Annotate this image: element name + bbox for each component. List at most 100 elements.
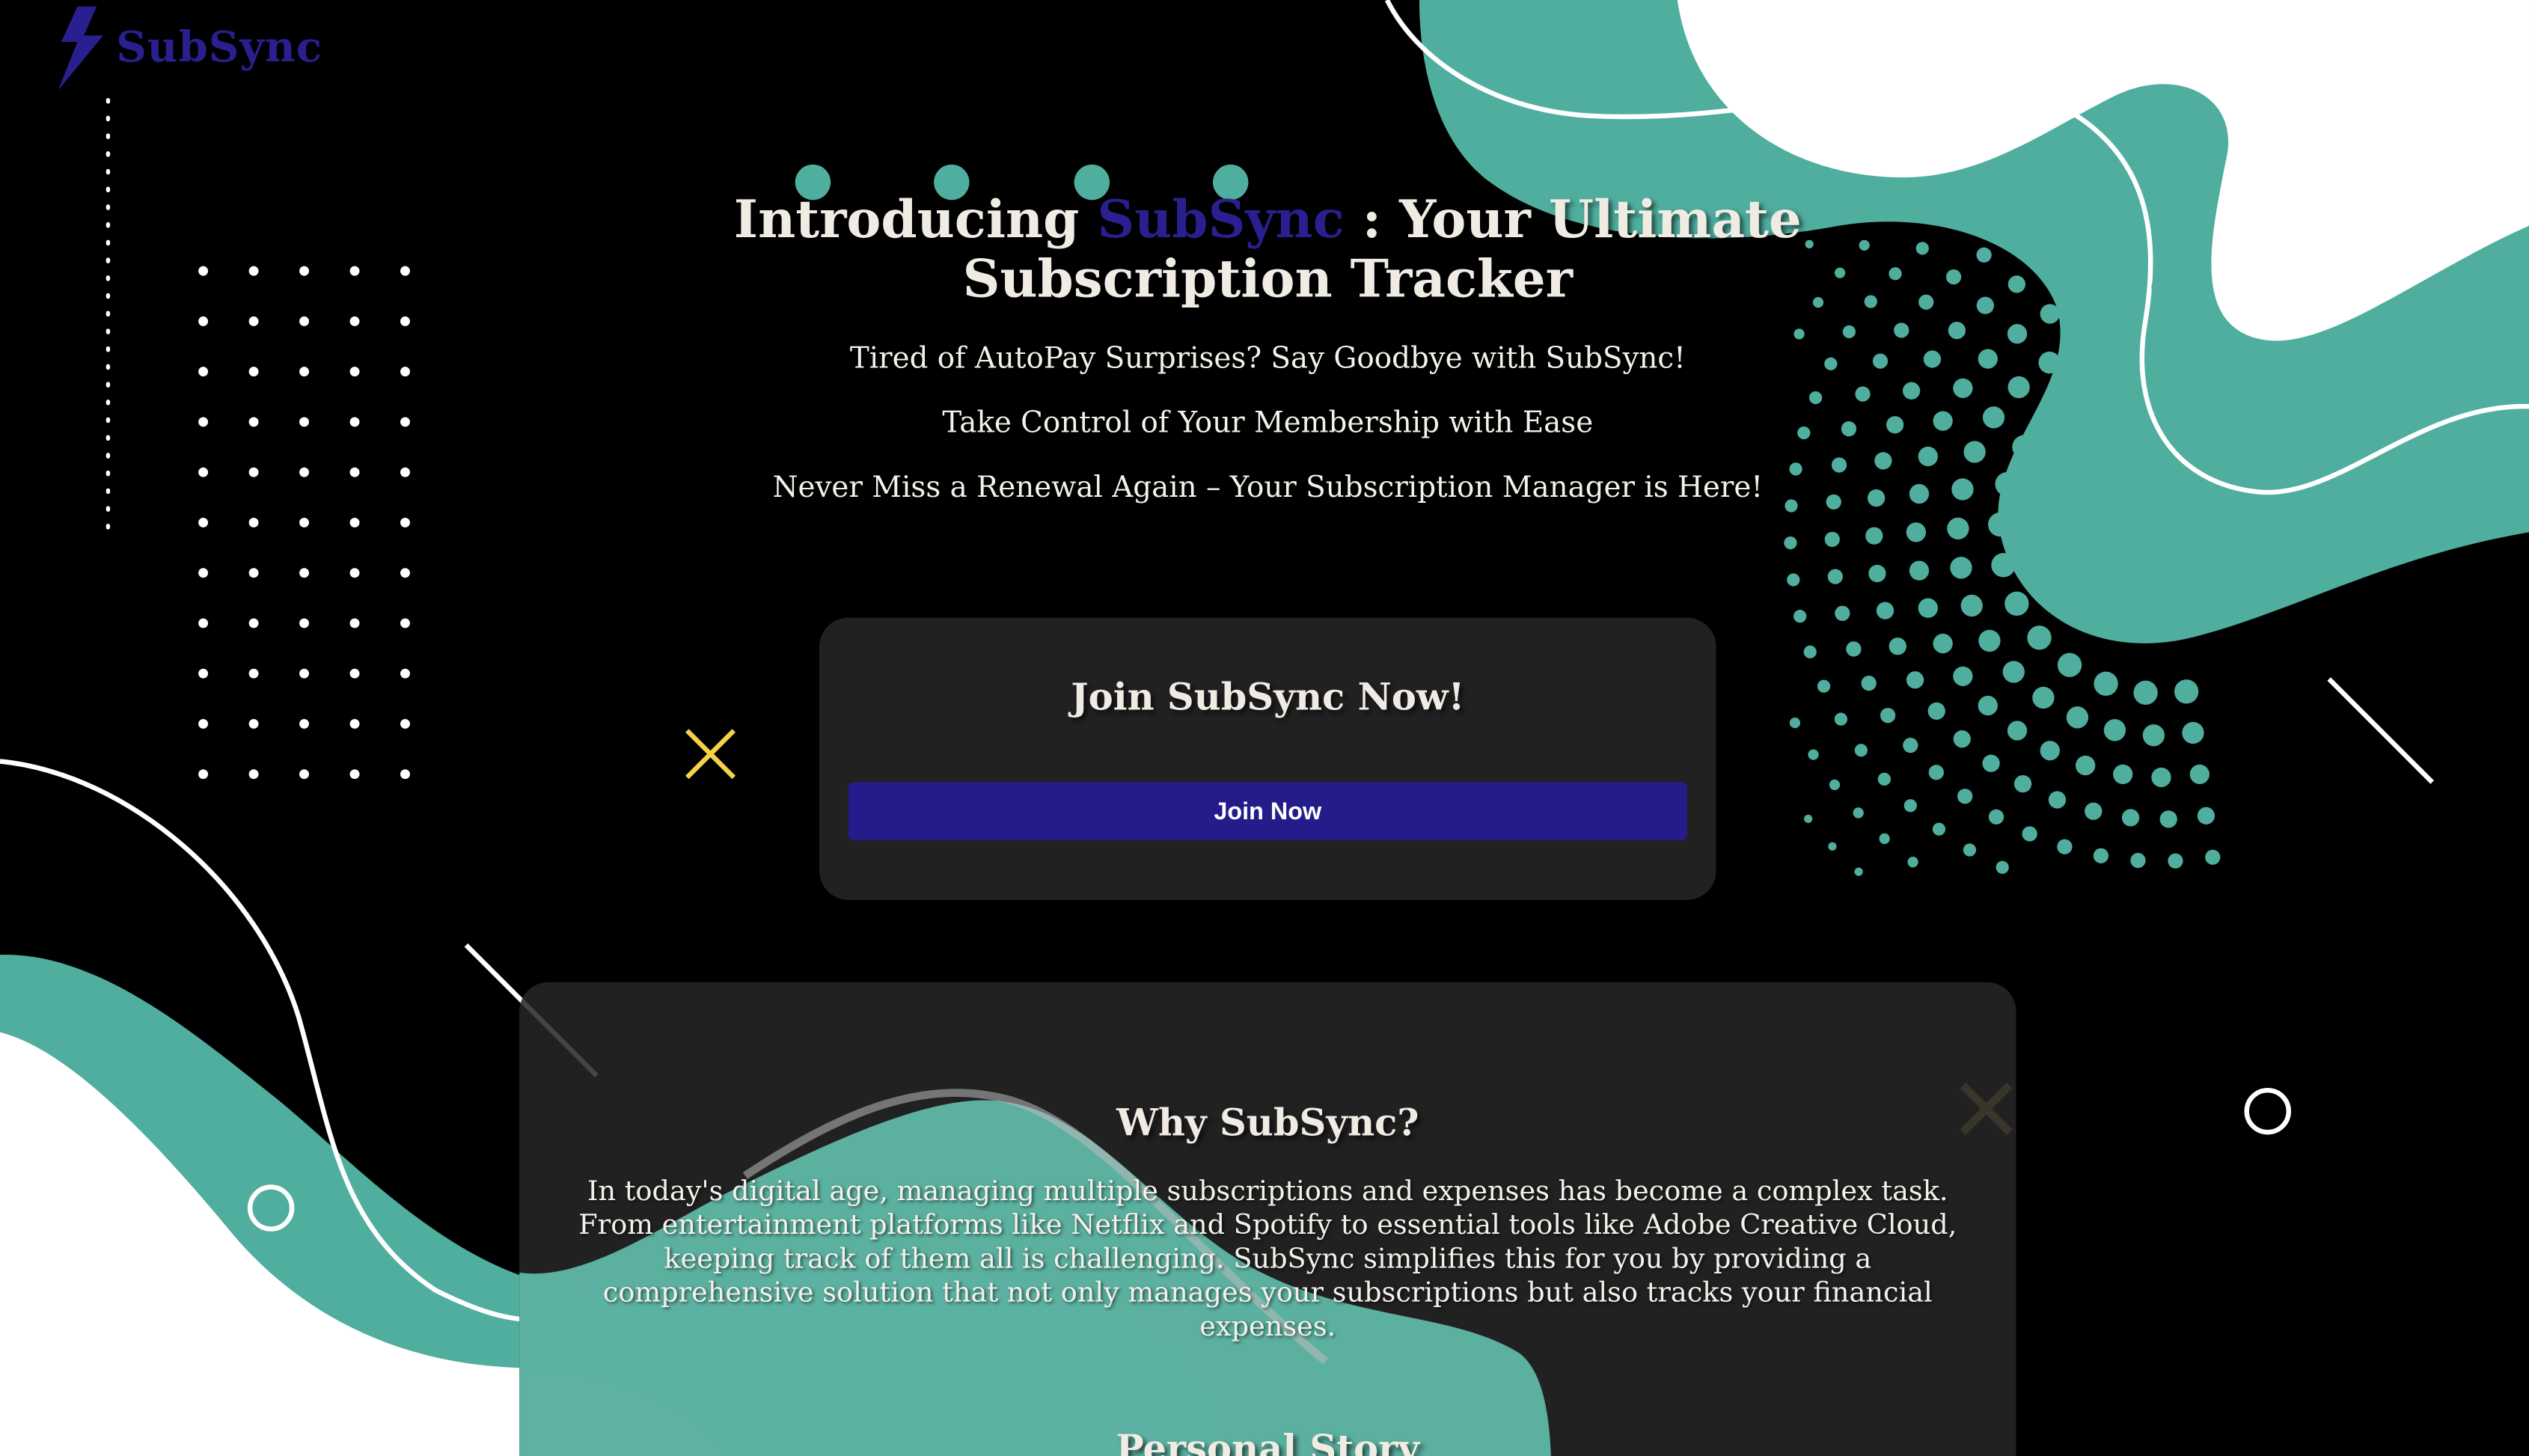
- halftone-dot: [2076, 289, 2096, 309]
- join-now-button[interactable]: Join Now: [848, 782, 1687, 841]
- halftone-dot: [2022, 826, 2037, 842]
- white-dot: [248, 618, 259, 628]
- halftone-dot: [1987, 512, 2013, 537]
- white-dot: [198, 367, 209, 377]
- halftone-dot: [1963, 843, 1977, 857]
- halftone-dot: [2121, 809, 2140, 827]
- join-card-title: Join SubSync Now!: [1071, 676, 1465, 720]
- white-dot: [198, 568, 209, 578]
- halftone-dot: [1879, 833, 1890, 845]
- white-dot: [198, 618, 209, 628]
- white-dot: [299, 517, 310, 527]
- hero-title-prefix: Introducing: [733, 189, 1098, 251]
- halftone-dot: [1854, 867, 1863, 876]
- halftone-dot: [1793, 610, 1807, 623]
- halftone-dot: [2040, 304, 2060, 324]
- halftone-dot: [2048, 791, 2067, 809]
- halftone-dot: [1953, 730, 1971, 748]
- halftone-dot: [2004, 591, 2029, 617]
- white-dot: [248, 668, 259, 679]
- diagonal-line-right: [2327, 677, 2434, 784]
- halftone-dot: [1976, 247, 1992, 263]
- halftone-dot: [2151, 277, 2171, 297]
- halftone-dot: [2152, 236, 2171, 254]
- halftone-dot: [1854, 744, 1868, 757]
- halftone-dot: [1933, 633, 1953, 654]
- white-dot: [299, 316, 310, 326]
- halftone-dot: [1868, 564, 1886, 583]
- white-dot: [349, 668, 360, 679]
- white-dot: [400, 769, 410, 780]
- tagline-2: Take Control of Your Membership with Eas…: [942, 406, 1594, 441]
- halftone-dot: [1918, 446, 1938, 467]
- halftone-dot: [2027, 625, 2052, 650]
- white-dot: [349, 718, 360, 729]
- white-dot: [248, 266, 259, 276]
- halftone-dot: [2066, 706, 2089, 729]
- halftone-dot: [1828, 842, 1837, 851]
- white-dot: [349, 367, 360, 377]
- halftone-dot: [2189, 764, 2210, 785]
- halftone-dot: [2111, 322, 2133, 344]
- white-dot: [198, 266, 209, 276]
- halftone-dot: [1951, 478, 1974, 501]
- halftone-dot: [2007, 376, 2030, 399]
- halftone-dot: [1784, 536, 1797, 550]
- why-body: In today's digital age, managing multipl…: [578, 1175, 1957, 1344]
- white-dot: [349, 417, 360, 427]
- halftone-dot: [1918, 598, 1938, 618]
- logo[interactable]: SubSync: [55, 6, 323, 91]
- hero-title: Introducing SubSync : Your Ultimate Subs…: [597, 189, 1939, 310]
- white-dot: [248, 568, 259, 578]
- logo-text: SubSync: [116, 24, 323, 73]
- white-dot: [400, 517, 410, 527]
- halftone-dot: [1947, 517, 1969, 540]
- white-dot: [248, 517, 259, 527]
- halftone-dot: [1787, 573, 1800, 587]
- halftone-dot: [1803, 645, 1817, 658]
- halftone-dot: [2205, 849, 2221, 865]
- halftone-dot: [1995, 471, 2019, 497]
- halftone-dot: [2182, 721, 2204, 744]
- halftone-dot: [1808, 749, 1819, 760]
- halftone-dot: [2041, 258, 2060, 277]
- halftone-dot: [2133, 680, 2158, 705]
- halftone-dot: [2174, 679, 2199, 704]
- halftone-dot: [1928, 765, 1944, 780]
- white-dot: [198, 668, 209, 679]
- halftone-dot: [2159, 810, 2177, 828]
- white-dot: [349, 316, 360, 326]
- white-dot: [299, 668, 310, 679]
- personal-story-title: Personal Story: [1116, 1427, 1420, 1456]
- page: SubSync Introducing SubSync : Your Ultim…: [0, 0, 2529, 1456]
- white-dot: [248, 367, 259, 377]
- white-dot: [299, 266, 310, 276]
- white-dot: [248, 718, 259, 729]
- white-dot: [349, 618, 360, 628]
- halftone-dot: [1880, 708, 1896, 724]
- halftone-dot: [2073, 333, 2096, 355]
- halftone-dot: [2007, 275, 2026, 293]
- white-dot: [349, 467, 360, 477]
- halftone-dot: [1808, 391, 1823, 405]
- white-dot: [400, 316, 410, 326]
- halftone-dot: [1982, 406, 2005, 429]
- halftone-dot: [1953, 378, 1973, 399]
- halftone-dot: [1957, 789, 1973, 804]
- halftone-dot: [1853, 807, 1864, 819]
- white-dot: [400, 668, 410, 679]
- white-dot: [299, 417, 310, 427]
- halftone-dot: [2040, 741, 2060, 761]
- halftone-dot: [1903, 737, 1918, 753]
- white-dot: [299, 467, 310, 477]
- halftone-dot: [1793, 328, 1805, 340]
- halftone-dot: [1932, 822, 1946, 836]
- white-dot: [349, 769, 360, 780]
- halftone-dot: [2150, 318, 2173, 340]
- halftone-dot: [1827, 569, 1843, 584]
- halftone-dot: [1982, 754, 2000, 772]
- halftone-dot: [1978, 695, 1998, 716]
- yellow-x-icon: [685, 729, 736, 780]
- halftone-dot: [2113, 280, 2133, 300]
- white-dot: [299, 568, 310, 578]
